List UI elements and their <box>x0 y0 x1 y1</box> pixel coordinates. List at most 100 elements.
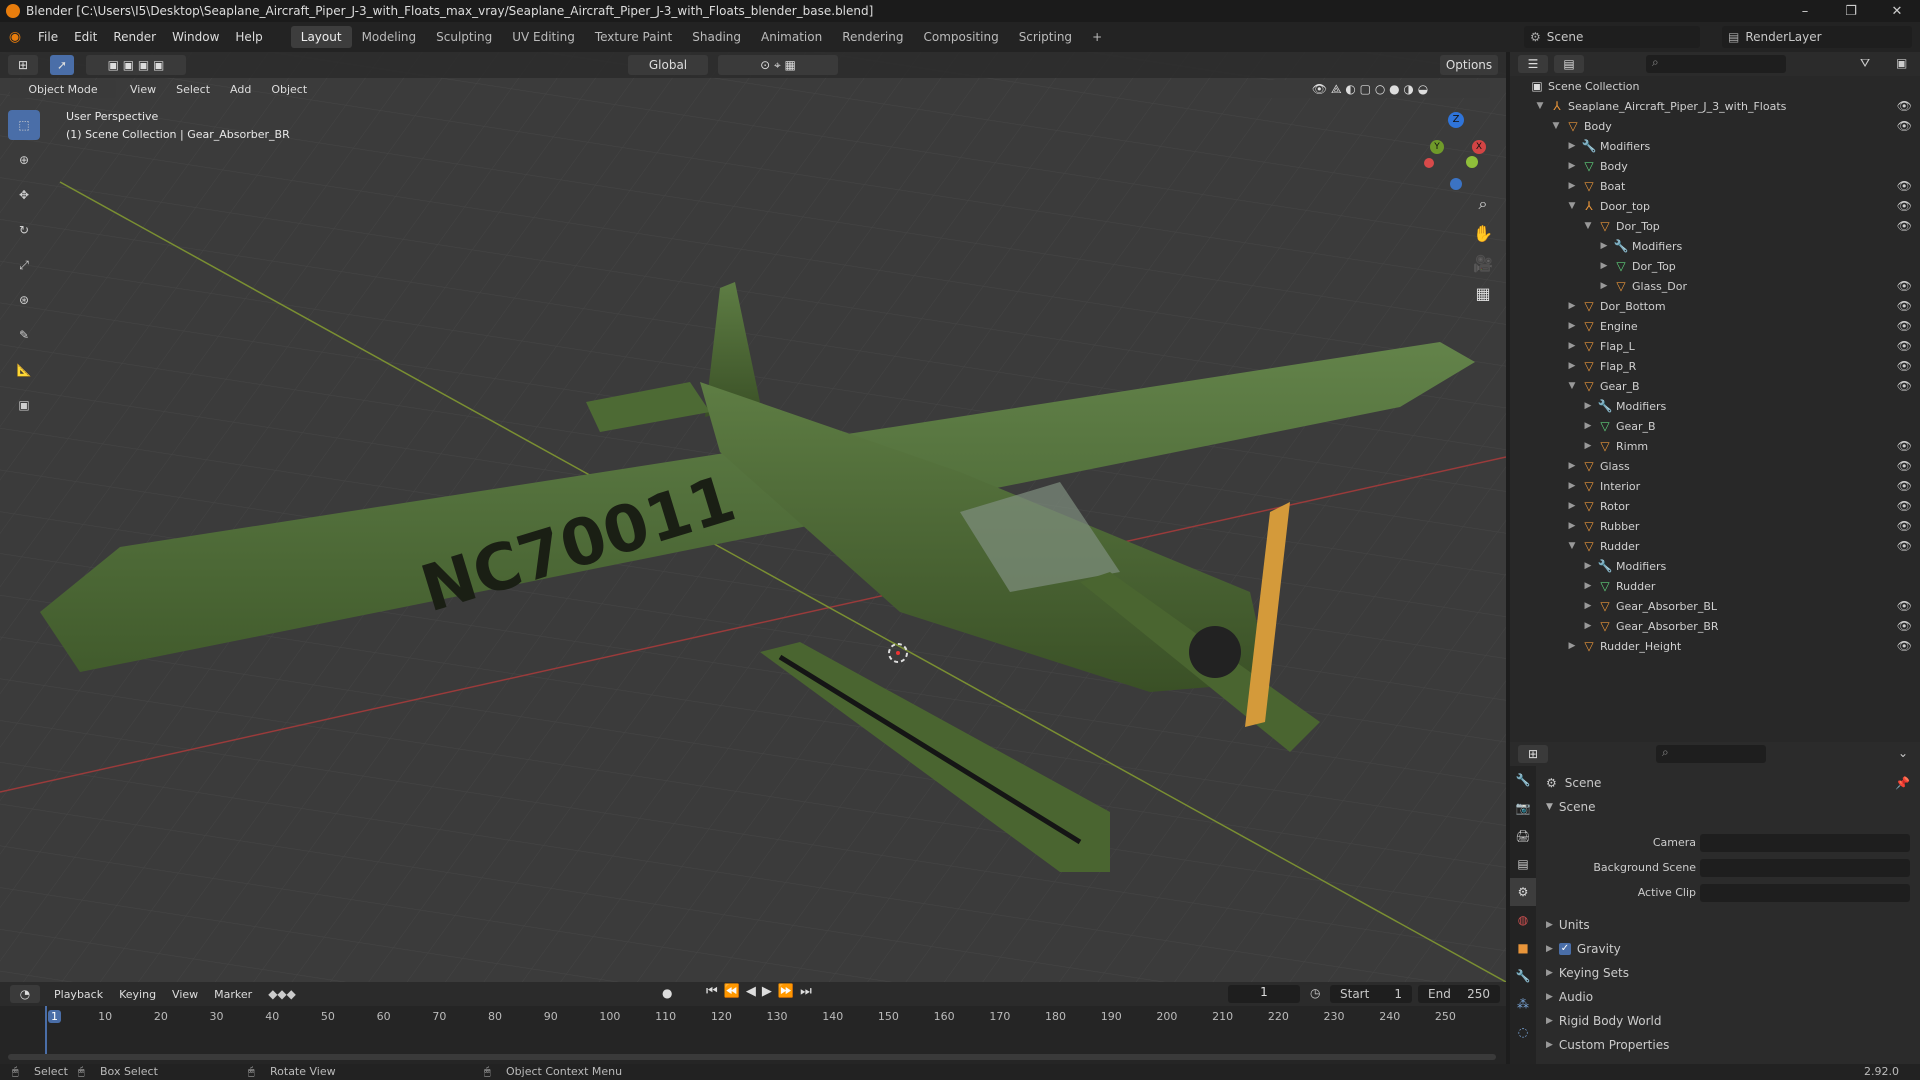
tab-texture-paint[interactable]: Texture Paint <box>585 26 682 48</box>
field-input[interactable] <box>1700 834 1910 852</box>
transform-orientation-dropdown[interactable]: Global <box>628 55 708 75</box>
tab-rendering[interactable]: Rendering <box>832 26 913 48</box>
visibility-eye-icon[interactable]: 👁 <box>1897 119 1912 133</box>
visibility-eye-icon[interactable]: 👁 <box>1897 379 1912 393</box>
mode-dropdown[interactable]: Object Mode <box>10 80 116 98</box>
expand-arrow-icon[interactable]: ▶ <box>1598 241 1610 251</box>
outliner-item[interactable]: ▶ ▽ Gear_Absorber_BL 👁 <box>1510 596 1920 616</box>
outliner-item[interactable]: ▶ ▽ Rimm 👁 <box>1510 436 1920 456</box>
outliner-item[interactable]: ▼ ▽ Body 👁 <box>1510 116 1920 136</box>
tool-tab-icon[interactable]: 🔧 <box>1510 766 1536 794</box>
options-dropdown[interactable]: Options <box>1440 55 1498 75</box>
timeline-track[interactable]: 1 10 20 30 40 50 60 70 80 90 100 110 120 130 140 150 160… <box>0 1006 1506 1064</box>
collapse-arrow-icon[interactable]: ▼ <box>1534 101 1546 111</box>
select-box-tool-icon[interactable]: ⬚ <box>8 110 40 140</box>
add-cube-tool-icon[interactable]: ▣ <box>8 390 40 420</box>
outliner-item[interactable]: ▶ ▽ Gear_B <box>1510 416 1920 436</box>
expand-arrow-icon[interactable]: ▶ <box>1566 481 1578 491</box>
visibility-eye-icon[interactable]: 👁 <box>1897 619 1912 633</box>
visibility-eye-icon[interactable]: 👁 <box>1897 179 1912 193</box>
viewport-menu-view[interactable]: View <box>130 83 156 96</box>
viewport-menu-object[interactable]: Object <box>271 83 307 96</box>
outliner-item[interactable]: ▶ 🔧 Modifiers <box>1510 396 1920 416</box>
tab-sculpting[interactable]: Sculpting <box>426 26 502 48</box>
tab-compositing[interactable]: Compositing <box>913 26 1008 48</box>
gizmo-neg-x-icon[interactable] <box>1424 158 1434 168</box>
display-mode-icon[interactable]: ▤ <box>1554 55 1584 73</box>
properties-editor-icon[interactable]: ⊞ <box>1518 745 1548 763</box>
menu-file[interactable]: File <box>30 30 66 44</box>
outliner-item[interactable]: ▶ 🔧 Modifiers <box>1510 556 1920 576</box>
visibility-eye-icon[interactable]: 👁 <box>1897 479 1912 493</box>
properties-section[interactable]: ▶ Keying Sets <box>1546 966 1629 980</box>
expand-arrow-icon[interactable]: ▶ <box>1566 181 1578 191</box>
view-layer-tab-icon[interactable]: ▤ <box>1510 850 1536 878</box>
outliner-item[interactable]: ▶ ▽ Rubber 👁 <box>1510 516 1920 536</box>
perspective-grid-icon[interactable]: ▦ <box>1468 284 1498 314</box>
render-tab-icon[interactable]: 📷 <box>1510 794 1536 822</box>
outliner-item[interactable]: ▶ ▽ Flap_L 👁 <box>1510 336 1920 356</box>
collapse-arrow-icon[interactable]: ▼ <box>1566 201 1578 211</box>
object-tab-icon[interactable]: ■ <box>1510 934 1536 962</box>
visibility-eye-icon[interactable]: 👁 <box>1897 599 1912 613</box>
add-workspace-button[interactable]: + <box>1082 26 1112 48</box>
scene-panel-header[interactable]: ▼ Scene <box>1546 800 1596 814</box>
chevron-down-icon[interactable]: ⌄ <box>1898 746 1908 760</box>
visibility-eye-icon[interactable]: 👁 <box>1897 519 1912 533</box>
visibility-eye-icon[interactable]: 👁 <box>1897 319 1912 333</box>
gizmo-z-icon[interactable]: Z <box>1448 112 1464 128</box>
playback-controls[interactable]: ⏮⏪◀▶⏩⏭ <box>706 984 818 999</box>
outliner-item[interactable]: ▼ ⅄ Seaplane_Aircraft_Piper_J_3_with_Float… <box>1510 96 1920 116</box>
modifier-tab-icon[interactable]: 🔧 <box>1510 962 1536 990</box>
visibility-eye-icon[interactable]: 👁 <box>1897 439 1912 453</box>
outliner-item[interactable]: ▼ ▽ Gear_B 👁 <box>1510 376 1920 396</box>
timeline-menu-marker[interactable]: Marker <box>214 988 252 1001</box>
gizmo-x-icon[interactable]: X <box>1472 140 1486 154</box>
visibility-eye-icon[interactable]: 👁 <box>1897 219 1912 233</box>
editor-type-icon[interactable]: ⊞ <box>8 55 38 75</box>
transform-tool-icon[interactable]: ⊛ <box>8 285 40 315</box>
visibility-eye-icon[interactable]: 👁 <box>1897 199 1912 213</box>
visibility-eye-icon[interactable]: 👁 <box>1897 299 1912 313</box>
outliner-item[interactable]: ▶ ▽ Flap_R 👁 <box>1510 356 1920 376</box>
expand-arrow-icon[interactable]: ▶ <box>1582 421 1594 431</box>
expand-arrow-icon[interactable]: ▶ <box>1582 561 1594 571</box>
expand-arrow-icon[interactable]: ▶ <box>1598 281 1610 291</box>
playhead[interactable] <box>45 1006 47 1058</box>
expand-arrow-icon[interactable]: ▶ <box>1566 161 1578 171</box>
start-frame-field[interactable]: Start 1 <box>1330 985 1412 1003</box>
scene-tab-icon[interactable]: ⚙ <box>1510 878 1536 906</box>
outliner-item[interactable]: ▶ ▽ Dor_Bottom 👁 <box>1510 296 1920 316</box>
move-tool-icon[interactable]: ✥ <box>8 180 40 210</box>
close-button[interactable]: ✕ <box>1874 0 1920 22</box>
tab-layout[interactable]: Layout <box>290 26 352 48</box>
outliner-search-input[interactable]: ⌕ <box>1646 55 1786 73</box>
annotate-tool-icon[interactable]: ✎ <box>8 320 40 350</box>
zoom-icon[interactable]: ⌕ <box>1468 194 1498 224</box>
outliner-item[interactable]: ▶ ▽ Boat 👁 <box>1510 176 1920 196</box>
end-frame-field[interactable]: End 250 <box>1418 985 1500 1003</box>
gizmo-y-icon[interactable]: Y <box>1430 140 1444 154</box>
tab-animation[interactable]: Animation <box>751 26 832 48</box>
expand-arrow-icon[interactable]: ▶ <box>1582 401 1594 411</box>
properties-section[interactable]: ▶ ✓ Gravity <box>1546 942 1621 956</box>
cursor-tool-icon[interactable]: ⊕ <box>8 145 40 175</box>
outliner-item[interactable]: ▶ ▽ Glass_Dor 👁 <box>1510 276 1920 296</box>
field-input[interactable] <box>1700 884 1910 902</box>
scene-selector[interactable]: ⚙ Scene <box>1524 26 1700 48</box>
menu-window[interactable]: Window <box>164 30 227 44</box>
outliner-item[interactable]: ▶ ▽ Rudder <box>1510 576 1920 596</box>
record-icon[interactable]: ● <box>662 986 672 1000</box>
outliner-editor-icon[interactable]: ☰ <box>1518 55 1548 73</box>
output-tab-icon[interactable]: 🖨 <box>1510 822 1536 850</box>
outliner-item[interactable]: ▼ ⅄ Door_top 👁 <box>1510 196 1920 216</box>
current-frame-field[interactable]: 1 <box>1228 985 1300 1003</box>
maximize-button[interactable]: ❐ <box>1828 0 1874 22</box>
field-input[interactable] <box>1700 859 1910 877</box>
expand-arrow-icon[interactable]: ▶ <box>1566 501 1578 511</box>
expand-arrow-icon[interactable]: ▶ <box>1566 641 1578 651</box>
outliner-item[interactable]: ▶ ▽ Gear_Absorber_BR 👁 <box>1510 616 1920 636</box>
expand-arrow-icon[interactable]: ▶ <box>1582 601 1594 611</box>
particles-tab-icon[interactable]: ⁂ <box>1510 990 1536 1018</box>
tab-shading[interactable]: Shading <box>682 26 751 48</box>
